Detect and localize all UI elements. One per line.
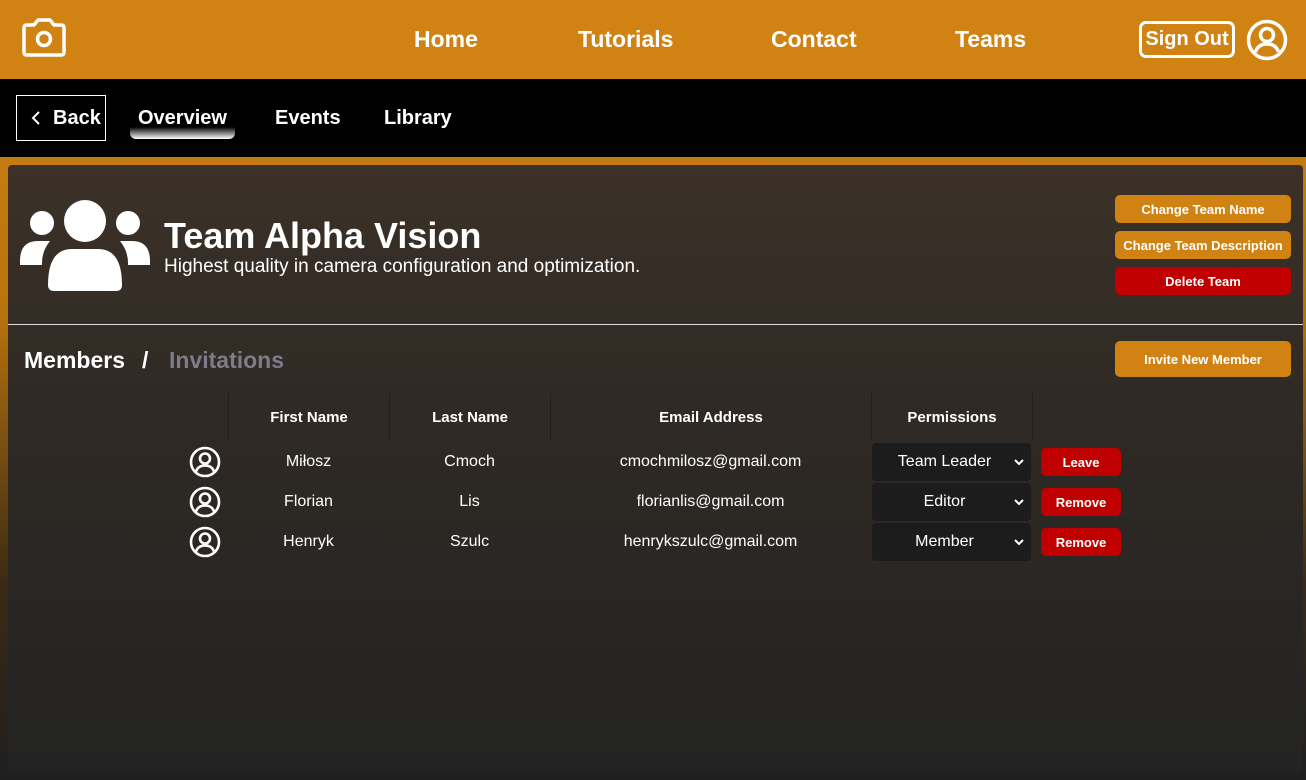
sign-out-button[interactable]: Sign Out	[1139, 21, 1235, 58]
permissions-header: Permissions	[871, 393, 1032, 441]
permission-select[interactable]: Editor	[872, 483, 1031, 521]
nav-contact-link[interactable]: Contact	[771, 26, 857, 53]
leave-team-button[interactable]: Leave	[1041, 448, 1121, 476]
chevron-left-icon	[31, 111, 40, 125]
first-name-cell: Miłosz	[285, 453, 332, 470]
first-name-cell: Florian	[284, 493, 333, 510]
camera-icon[interactable]	[22, 17, 66, 57]
permission-value: Member	[915, 533, 974, 550]
back-button-label: Back	[53, 106, 101, 129]
avatar-column-header	[8, 393, 228, 441]
top-navbar: Home Tutorials Contact Teams Sign Out	[0, 0, 1306, 79]
tab-library[interactable]: Library	[384, 107, 452, 130]
section-divider	[8, 324, 1303, 325]
tab-events[interactable]: Events	[275, 107, 341, 130]
permission-value: Editor	[923, 493, 966, 510]
permission-select[interactable]: Team Leader	[872, 443, 1031, 481]
team-panel: Team Alpha Vision Highest quality in cam…	[8, 165, 1303, 773]
invite-new-member-button[interactable]: Invite New Member	[1115, 341, 1291, 377]
delete-team-button[interactable]: Delete Team	[1115, 267, 1291, 295]
remove-member-button[interactable]: Remove	[1041, 488, 1121, 516]
change-team-name-button[interactable]: Change Team Name	[1115, 195, 1291, 223]
nav-teams-link[interactable]: Teams	[955, 26, 1026, 53]
user-circle-icon[interactable]	[1246, 19, 1288, 61]
team-name-title: Team Alpha Vision	[164, 215, 482, 256]
members-table-header: First Name Last Name Email Address Permi…	[8, 393, 1303, 441]
table-row: Florian Lis florianlis@gmail.com Editor …	[8, 482, 1303, 522]
users-group-icon	[20, 199, 150, 291]
nav-tutorials-link[interactable]: Tutorials	[578, 26, 673, 53]
last-name-cell: Cmoch	[444, 453, 495, 470]
chevron-down-icon	[1014, 539, 1024, 546]
email-cell: cmochmilosz@gmail.com	[619, 453, 802, 470]
remove-member-button[interactable]: Remove	[1041, 528, 1121, 556]
first-name-header: First Name	[228, 393, 389, 441]
email-cell: henrykszulc@gmail.com	[623, 533, 798, 550]
last-name-cell: Szulc	[449, 533, 490, 550]
chevron-down-icon	[1014, 499, 1024, 506]
email-cell: florianlis@gmail.com	[636, 493, 785, 510]
user-avatar-icon	[188, 442, 222, 482]
last-name-header: Last Name	[389, 393, 550, 441]
active-tab-indicator	[130, 127, 235, 139]
permission-value: Team Leader	[897, 453, 992, 470]
last-name-cell: Lis	[459, 493, 480, 510]
invitations-tab[interactable]: Invitations	[169, 347, 284, 374]
user-avatar-icon	[188, 482, 222, 522]
tab-separator: /	[142, 347, 149, 373]
user-avatar-icon	[188, 522, 222, 562]
permission-select[interactable]: Member	[872, 523, 1031, 561]
nav-home-link[interactable]: Home	[414, 26, 478, 53]
table-row: Henryk Szulc henrykszulc@gmail.com Membe…	[8, 522, 1303, 562]
email-header: Email Address	[550, 393, 871, 441]
change-team-description-button[interactable]: Change Team Description	[1115, 231, 1291, 259]
first-name-cell: Henryk	[283, 533, 334, 550]
chevron-down-icon	[1014, 459, 1024, 466]
action-column-header	[1032, 393, 1130, 441]
back-button[interactable]: Back	[16, 95, 106, 141]
members-tab[interactable]: Members	[24, 347, 125, 374]
team-description: Highest quality in camera configuration …	[164, 256, 641, 277]
sub-navbar: Back Overview Events Library	[0, 79, 1306, 157]
table-row: Miłosz Cmoch cmochmilosz@gmail.com Team …	[8, 442, 1303, 482]
